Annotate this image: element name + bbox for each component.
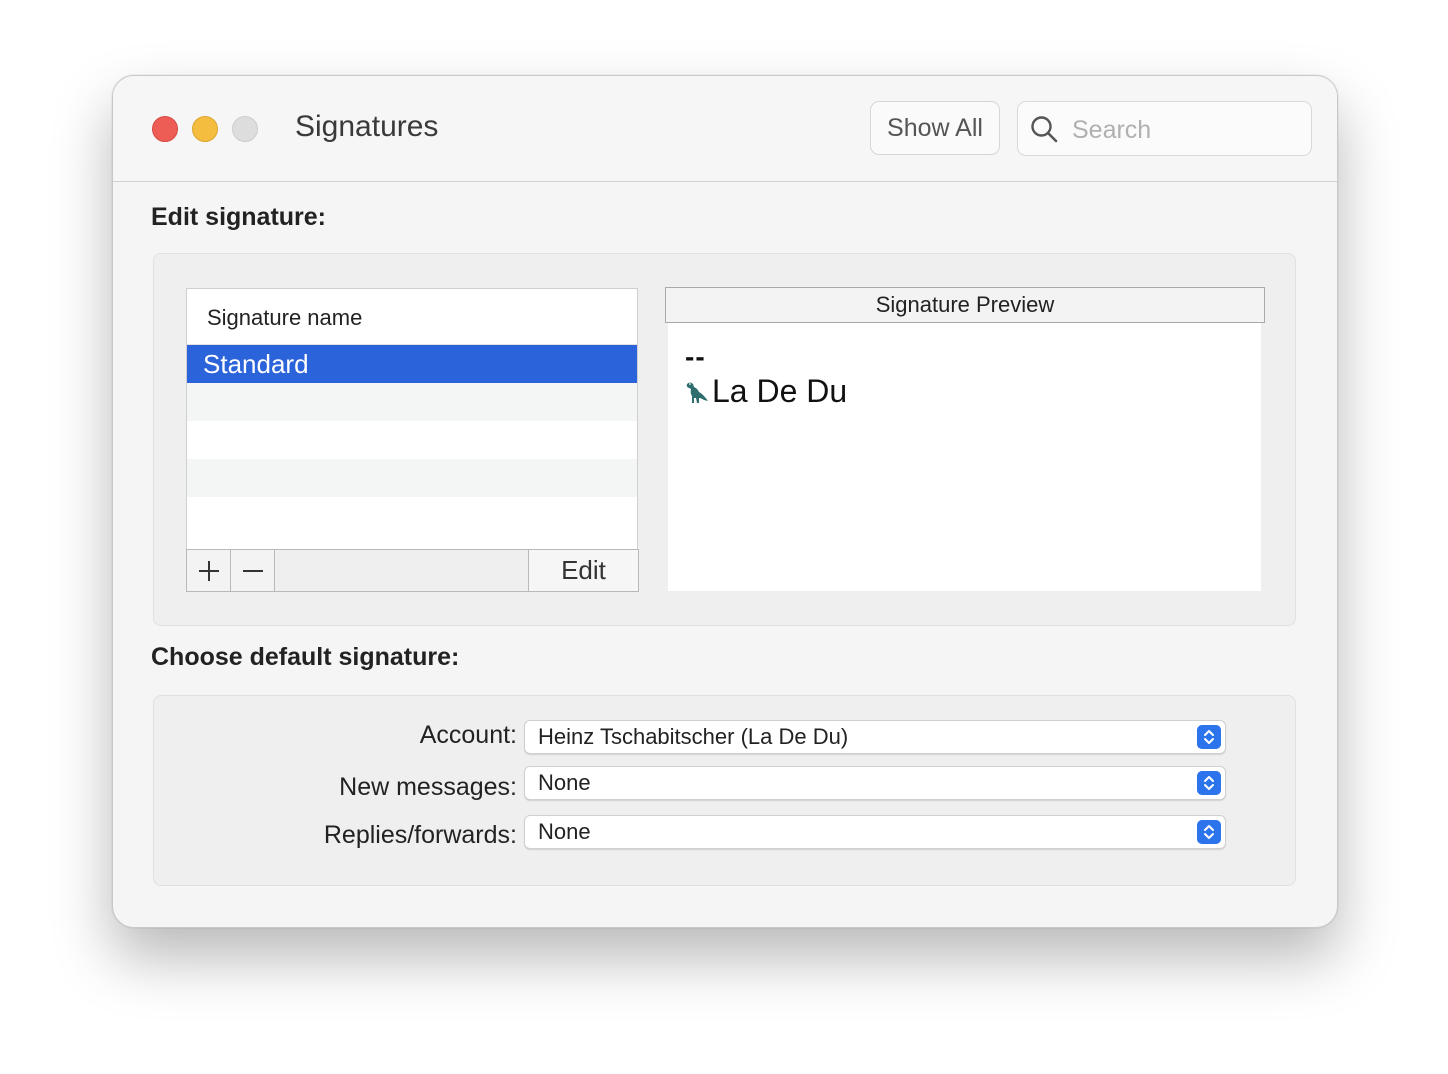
empty-list-row	[187, 421, 637, 459]
zoom-button	[232, 116, 258, 142]
window-title: Signatures	[295, 110, 439, 143]
new-messages-label: New messages:	[339, 773, 517, 801]
empty-list-row	[187, 497, 637, 535]
remove-signature-button[interactable]	[231, 550, 275, 591]
edit-signature-button[interactable]: Edit	[528, 550, 638, 591]
signature-preview-name: La De Du	[712, 373, 848, 409]
up-down-chevron-icon	[1197, 771, 1221, 795]
close-button[interactable]	[152, 116, 178, 142]
signature-list-header: Signature name	[187, 289, 637, 345]
add-signature-button[interactable]	[187, 550, 231, 591]
edit-signature-heading: Edit signature:	[151, 203, 327, 231]
empty-list-row	[187, 459, 637, 497]
signature-list[interactable]: Signature name Standard	[186, 288, 638, 550]
new-messages-popup[interactable]: None	[524, 766, 1226, 800]
show-all-button[interactable]: Show All	[870, 101, 1000, 155]
dinosaur-icon	[686, 382, 708, 403]
empty-list-row	[187, 383, 637, 421]
search-icon	[1031, 116, 1058, 143]
account-popup-value: Heinz Tschabitscher (La De Du)	[538, 724, 849, 749]
title-bar: Signatures Show All	[113, 76, 1337, 182]
up-down-chevron-icon	[1197, 725, 1221, 749]
new-messages-popup-value: None	[538, 770, 591, 795]
signature-list-toolbar: Edit	[186, 549, 639, 592]
minimize-button[interactable]	[192, 116, 218, 142]
signature-preview-line: La De Du	[684, 373, 847, 410]
replies-forwards-popup-value: None	[538, 819, 591, 844]
plus-icon	[198, 560, 219, 581]
minus-icon	[242, 569, 263, 572]
signature-list-item[interactable]: Standard	[187, 345, 637, 383]
signature-preview-header: Signature Preview	[665, 287, 1265, 323]
choose-default-signature-heading: Choose default signature:	[151, 643, 460, 671]
search-field[interactable]	[1017, 101, 1312, 156]
signatures-window: Signatures Show All Edit signature: Sign…	[112, 75, 1338, 928]
up-down-chevron-icon	[1197, 820, 1221, 844]
signature-separator: --	[685, 341, 706, 372]
replies-forwards-label: Replies/forwards:	[323, 821, 517, 849]
account-label: Account:	[419, 721, 517, 749]
account-popup[interactable]: Heinz Tschabitscher (La De Du)	[524, 720, 1226, 754]
signature-preview: -- La De Du	[668, 323, 1261, 591]
search-input[interactable]	[1070, 112, 1304, 148]
replies-forwards-popup[interactable]: None	[524, 815, 1226, 849]
